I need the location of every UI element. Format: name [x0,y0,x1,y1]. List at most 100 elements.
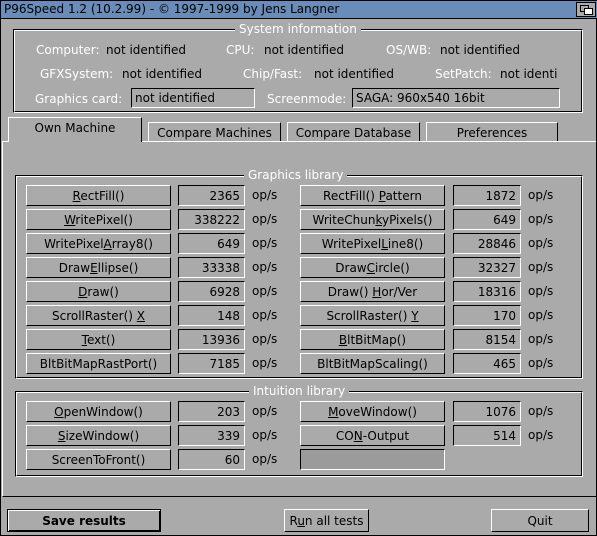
drawellipse-button[interactable]: DrawEllipse() [26,257,171,278]
chipfast-label: Chip/Fast: [243,67,303,81]
unit-label: op/s [252,404,278,418]
unit-label: op/s [528,332,554,346]
gfxsystem-value: not identified [122,67,203,81]
bltbitmaprastport-button[interactable]: BltBitMapRastPort() [26,353,171,374]
result-value: 338222 [178,209,245,230]
writepixelarray8-button[interactable]: WritePixelArray8() [26,233,171,254]
button-label-pre: ScrollRaster() [326,309,412,323]
result-value: 465 [453,353,521,374]
result-value: 18316 [453,281,521,302]
result-value: 514 [453,425,521,446]
graphics-card-label: Graphics card: [35,92,123,106]
button-label-shortcut: L [381,237,388,251]
button-label-pre: ScreenToFront() [51,453,146,467]
result-value: 339 [178,425,245,446]
button-label-shortcut: A [103,237,112,251]
result-value: 148 [178,305,245,326]
tab-preferences[interactable]: Preferences [426,122,558,142]
bltbitmapscaling-button[interactable]: BltBitMapScaling() [300,353,445,374]
button-label-post: yPixels() [381,213,433,227]
drawcircle-button[interactable]: DrawCircle() [300,257,445,278]
oswb-value: not identified [440,43,521,57]
run-all-tests-button[interactable]: Run all tests [284,509,369,532]
button-label-post: izeWindow() [65,429,140,443]
scrollraster-x-button[interactable]: ScrollRaster() X [26,305,171,326]
unit-label: op/s [252,188,278,202]
draw-button[interactable]: Draw() [26,281,171,302]
button-label-shortcut: Y [411,309,419,323]
run-label-post: n all tests [304,514,364,528]
title-bar[interactable]: P96Speed 1.2 (10.2.99) - © 1997-1999 by … [1,1,597,19]
result-value: 649 [178,233,245,254]
graphics-library-title: Graphics library [244,168,348,182]
unit-label: op/s [528,188,554,202]
unit-label: op/s [528,212,554,226]
unit-label: op/s [252,356,278,370]
tab-compare-database[interactable]: Compare Database [287,122,420,142]
gfxsystem-label: GFXSystem: [40,67,114,81]
computer-value: not identified [106,43,187,57]
button-label-post: attern [385,189,422,203]
unit-label: op/s [252,452,278,466]
button-label-pre: CO [335,429,354,443]
writepixel-button[interactable]: WritePixel() [26,209,171,230]
button-label-post: oveWindow() [338,405,417,419]
result-value: 33338 [178,257,245,278]
button-label-pre: WritePixel [321,237,382,251]
button-label-pre: ScrollRaster() [51,309,137,323]
sizewindow-button[interactable]: SizeWindow() [26,425,171,446]
button-label-shortcut: N [353,429,363,443]
unit-label: op/s [252,284,278,298]
screenmode-label: Screenmode: [267,92,347,106]
openwindow-button[interactable]: OpenWindow() [26,401,171,422]
button-label-post: ircle() [375,261,410,275]
text-button[interactable]: Text() [26,329,171,350]
main-window: P96Speed 1.2 (10.2.99) - © 1997-1999 by … [0,0,597,536]
unit-label: op/s [528,428,554,442]
rectfill-button[interactable]: RectFill() [26,185,171,206]
tab-own-machine[interactable]: Own Machine [8,117,142,142]
unit-label: op/s [252,260,278,274]
draw-hor-ver-button[interactable]: Draw() Hor/Ver [300,281,445,302]
result-value: 2365 [178,185,245,206]
writechunkypixels-button[interactable]: WriteChunkyPixels() [300,209,445,230]
button-label-post: ectFill() [80,189,125,203]
quit-button[interactable]: Quit [491,509,589,532]
result-value: 13936 [178,329,245,350]
button-label-post: raw() [87,285,119,299]
system-info-title: System information [235,22,361,36]
unit-label: op/s [252,428,278,442]
rectfill-pattern-button[interactable]: RectFill() Pattern [300,185,445,206]
button-label-pre: BltBitMapScaling() [317,357,428,371]
button-label-shortcut: H [372,285,382,299]
button-label-pre: Draw [335,261,367,275]
tab-compare-machines[interactable]: Compare Machines [148,122,281,142]
bltbitmap-button[interactable]: BltBitMap() [300,329,445,350]
save-results-button[interactable]: Save results [7,509,161,532]
button-label-pre: RectFill() [323,189,379,203]
result-value: 6928 [178,281,245,302]
button-label-post: ritePixel() [75,213,133,227]
unit-label: op/s [528,284,554,298]
result-value: 649 [453,209,521,230]
unit-label: op/s [528,236,554,250]
result-value: 32327 [453,257,521,278]
screentofront-button[interactable]: ScreenToFront() [26,449,171,470]
button-label-shortcut: X [136,309,145,323]
button-label-shortcut: D [78,285,88,299]
button-label-shortcut: O [54,405,64,419]
result-value: 28846 [453,233,521,254]
con-output-button[interactable]: CON-Output [300,425,445,446]
button-label-pre: WritePixel [44,237,104,251]
oswb-label: OS/WB: [386,43,432,57]
button-label-post: penWindow() [63,405,143,419]
unit-label: op/s [528,260,554,274]
intuition-library-title: Intuition library [249,384,350,398]
result-value: 1076 [453,401,521,422]
cpu-value: not identified [264,43,345,57]
setpatch-value: not identi [500,67,558,81]
movewindow-button[interactable]: MoveWindow() [300,401,445,422]
scrollraster-y-button[interactable]: ScrollRaster() Y [300,305,445,326]
writepixelline8-button[interactable]: WritePixelLine8() [300,233,445,254]
depth-gadget-icon[interactable] [576,2,596,17]
